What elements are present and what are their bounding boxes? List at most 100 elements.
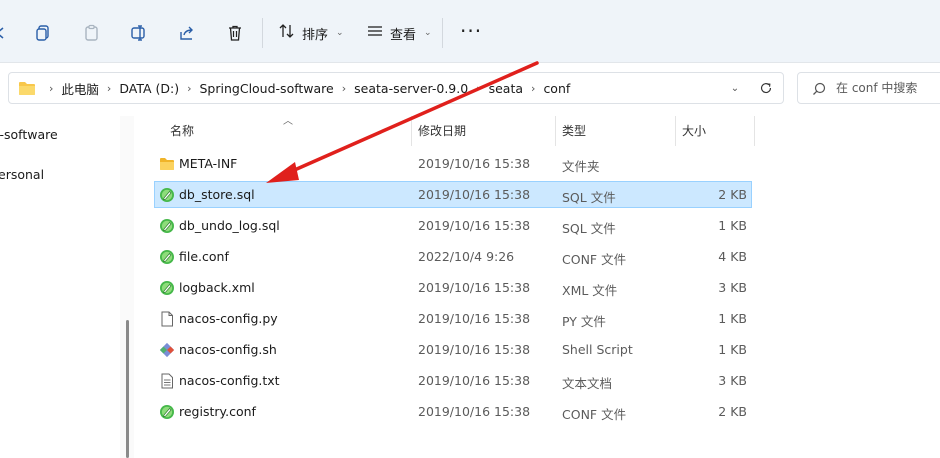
file-name: META-INF bbox=[179, 156, 238, 171]
notepadpp-file-icon bbox=[159, 280, 175, 296]
breadcrumb-item[interactable]: DATA (D:) bbox=[119, 81, 179, 96]
blank-file-icon bbox=[159, 311, 175, 327]
chevron-right-icon[interactable]: › bbox=[476, 82, 480, 95]
notepadpp-file-icon bbox=[159, 249, 175, 265]
git-file-icon bbox=[159, 342, 175, 358]
file-name: nacos-config.sh bbox=[179, 342, 277, 357]
file-type: SQL 文件 bbox=[562, 190, 616, 205]
file-modified-date: 2019/10/16 15:38 bbox=[418, 187, 531, 202]
file-name: nacos-config.txt bbox=[179, 373, 280, 388]
delete-button[interactable] bbox=[224, 22, 246, 44]
file-size: 1 KB bbox=[718, 311, 747, 326]
chevron-down-icon: ⌄ bbox=[336, 28, 344, 38]
file-modified-date: 2019/10/16 15:38 bbox=[418, 342, 531, 357]
breadcrumb-item[interactable]: SpringCloud-software bbox=[200, 81, 334, 96]
folder-icon bbox=[159, 156, 175, 172]
column-divider[interactable] bbox=[675, 116, 676, 146]
file-size: 2 KB bbox=[718, 187, 747, 202]
file-row[interactable]: logback.xml 2019/10/16 15:38 XML 文件 3 KB bbox=[154, 274, 752, 301]
more-options-button[interactable]: ··· bbox=[460, 21, 482, 41]
file-row[interactable]: nacos-config.py 2019/10/16 15:38 PY 文件 1 KB bbox=[154, 305, 752, 332]
column-header-date[interactable]: 修改日期 bbox=[418, 122, 466, 139]
sort-icon bbox=[278, 22, 296, 44]
file-type: CONF 文件 bbox=[562, 407, 627, 422]
share-icon[interactable] bbox=[0, 22, 14, 44]
file-modified-date: 2022/10/4 9:26 bbox=[418, 249, 515, 264]
refresh-icon bbox=[760, 83, 772, 94]
file-modified-date: 2019/10/16 15:38 bbox=[418, 218, 531, 233]
share-button[interactable] bbox=[176, 22, 198, 44]
notepadpp-file-icon bbox=[159, 404, 175, 420]
breadcrumb-item[interactable]: conf bbox=[543, 81, 570, 96]
file-name: nacos-config.py bbox=[179, 311, 278, 326]
breadcrumb-item[interactable]: 此电脑 bbox=[61, 79, 99, 98]
file-name: db_undo_log.sql bbox=[179, 218, 280, 233]
sort-menu-button[interactable]: 排序 ⌄ bbox=[278, 22, 344, 44]
file-row[interactable]: nacos-config.sh 2019/10/16 15:38 Shell Scr… bbox=[154, 336, 752, 363]
file-size: 1 KB bbox=[718, 218, 747, 233]
file-type: CONF 文件 bbox=[562, 252, 627, 267]
file-row[interactable]: file.conf 2022/10/4 9:26 CONF 文件 4 KB bbox=[154, 243, 752, 270]
breadcrumb-item[interactable]: seata bbox=[489, 81, 523, 96]
chevron-right-icon[interactable]: › bbox=[531, 82, 535, 95]
file-type: 文本文档 bbox=[562, 376, 613, 391]
chevron-right-icon[interactable]: › bbox=[342, 82, 346, 95]
column-header-size[interactable]: 大小 bbox=[682, 122, 706, 139]
breadcrumb: › 此电脑 › DATA (D:) › SpringCloud-software › seat… bbox=[41, 73, 570, 103]
file-type: SQL 文件 bbox=[562, 221, 616, 236]
notepadpp-file-icon bbox=[159, 187, 175, 203]
file-modified-date: 2019/10/16 15:38 bbox=[418, 404, 531, 419]
nav-item-ersonal[interactable]: ersonal bbox=[0, 167, 44, 182]
sort-label: 排序 bbox=[302, 27, 329, 43]
chevron-right-icon[interactable]: › bbox=[107, 82, 111, 95]
chevron-right-icon[interactable]: › bbox=[49, 82, 53, 95]
file-size: 1 KB bbox=[718, 342, 747, 357]
view-icon bbox=[366, 22, 384, 44]
column-header-name[interactable]: 名称 bbox=[170, 122, 194, 139]
text-file-icon bbox=[159, 373, 175, 389]
nav-item-l-software[interactable]: l-software bbox=[0, 127, 58, 142]
rename-button[interactable] bbox=[128, 22, 150, 44]
command-bar: 排序 ⌄ 查看 ⌄ ··· bbox=[0, 0, 940, 63]
column-divider[interactable] bbox=[555, 116, 556, 146]
file-type: 文件夹 bbox=[562, 159, 600, 174]
view-label: 查看 bbox=[390, 27, 417, 43]
address-bar[interactable]: › 此电脑 › DATA (D:) › SpringCloud-software › seat… bbox=[8, 72, 784, 104]
search-input[interactable] bbox=[836, 79, 940, 97]
file-size: 2 KB bbox=[718, 404, 747, 419]
file-size: 4 KB bbox=[718, 249, 747, 264]
file-name: db_store.sql bbox=[179, 187, 255, 202]
file-row[interactable]: db_store.sql 2019/10/16 15:38 SQL 文件 2 KB bbox=[154, 181, 752, 208]
column-divider[interactable] bbox=[754, 116, 755, 146]
navigation-pane: l-software ersonal bbox=[0, 110, 120, 458]
copy-button[interactable] bbox=[32, 22, 54, 44]
folder-icon bbox=[18, 80, 36, 96]
toolbar-divider bbox=[262, 18, 263, 48]
view-menu-button[interactable]: 查看 ⌄ bbox=[366, 22, 432, 44]
refresh-button[interactable] bbox=[757, 79, 775, 97]
file-name: registry.conf bbox=[179, 404, 256, 419]
file-modified-date: 2019/10/16 15:38 bbox=[418, 311, 531, 326]
file-row[interactable]: registry.conf 2019/10/16 15:38 CONF 文件 2 KB bbox=[154, 398, 752, 425]
paste-button[interactable] bbox=[81, 22, 103, 44]
file-type: Shell Script bbox=[562, 342, 633, 357]
file-row[interactable]: META-INF 2019/10/16 15:38 文件夹 bbox=[154, 150, 752, 177]
file-size: 3 KB bbox=[718, 373, 747, 388]
file-modified-date: 2019/10/16 15:38 bbox=[418, 280, 531, 295]
file-type: XML 文件 bbox=[562, 283, 618, 298]
file-modified-date: 2019/10/16 15:38 bbox=[418, 373, 531, 388]
search-icon bbox=[812, 81, 826, 95]
breadcrumb-item[interactable]: seata-server-0.9.0 bbox=[354, 81, 468, 96]
column-header-type[interactable]: 类型 bbox=[562, 122, 586, 139]
chevron-down-icon[interactable]: ⌄ bbox=[727, 80, 743, 96]
toolbar-divider bbox=[442, 18, 443, 48]
file-size: 3 KB bbox=[718, 280, 747, 295]
nav-scrollbar-thumb[interactable] bbox=[126, 320, 129, 458]
file-type: PY 文件 bbox=[562, 314, 606, 329]
column-divider[interactable] bbox=[411, 116, 412, 146]
notepadpp-file-icon bbox=[159, 218, 175, 234]
chevron-right-icon[interactable]: › bbox=[187, 82, 191, 95]
file-row[interactable]: db_undo_log.sql 2019/10/16 15:38 SQL 文件 1 K… bbox=[154, 212, 752, 239]
search-box[interactable] bbox=[797, 72, 940, 104]
file-row[interactable]: nacos-config.txt 2019/10/16 15:38 文本文档 3 KB bbox=[154, 367, 752, 394]
